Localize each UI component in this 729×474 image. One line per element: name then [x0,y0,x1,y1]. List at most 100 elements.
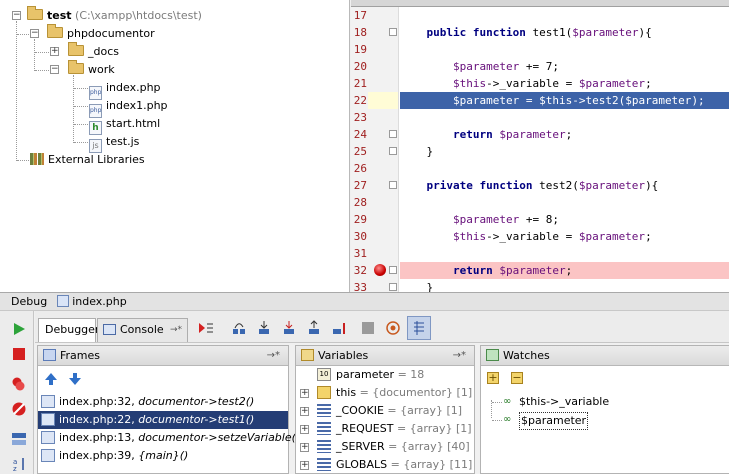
code-line[interactable]: private function test2($parameter){ [400,177,729,194]
code-line[interactable]: } [400,143,729,160]
frame-location: index.php:22, [59,413,135,426]
sort-alphabetically-icon[interactable]: az [11,456,27,472]
line-number: 31 [353,247,367,260]
code-line[interactable]: return $parameter; [400,126,729,143]
view-breakpoints-icon[interactable] [11,376,27,392]
tree-item-docs[interactable]: _docs [68,42,119,61]
frames-title: Frames [60,349,101,362]
code-line[interactable]: $this->_variable = $parameter; [400,228,729,245]
code-line[interactable]: $parameter += 8; [400,211,729,228]
fold-marker-icon[interactable] [389,130,397,138]
code-line[interactable]: $this->_variable = $parameter; [400,75,729,92]
arrow-up-icon[interactable] [44,372,58,386]
mute-breakpoints-icon[interactable] [11,401,27,417]
code-line[interactable]: $parameter += 7; [400,58,729,75]
expand-variable-toggle[interactable]: + [300,389,309,398]
tree-item-index-php[interactable]: php index.php [89,79,161,100]
code-line[interactable] [400,7,729,24]
collapse-root-toggle[interactable]: − [12,11,21,20]
frame-row[interactable]: index.php:22, documentor->test1() [38,411,288,429]
code-line[interactable]: return $parameter; [400,262,729,279]
variable-text: this = {documentor} [1] [336,384,472,402]
editor-gutter[interactable]: 17 18 19 20 21 22 23 24 25 26 27 28 29 30 31 32 33 [351,7,399,292]
collapse-phpdocumentor-toggle[interactable]: − [30,29,39,38]
tree-root[interactable]: test (C:\xampp\htdocs\test) [27,6,202,25]
tab-debugger[interactable]: Debugger [38,318,100,342]
tree-item-start-html[interactable]: h start.html [89,115,160,135]
line-number: 17 [353,9,367,22]
pin-arrow-icon[interactable]: →* [267,346,280,365]
expand-variable-toggle[interactable]: + [300,461,309,470]
variable-name: this [336,386,357,399]
variable-name: GLOBALS [336,458,388,471]
tab-label: Console [120,323,164,336]
code-editor[interactable]: 17 18 19 20 21 22 23 24 25 26 27 28 29 30 31 32 33 publi… [351,0,729,292]
code-line[interactable] [400,160,729,177]
frame-row[interactable]: index.php:13, documentor->setzeVariable(… [38,429,300,447]
watch-row[interactable]: ∞ $parameter [481,411,729,430]
stop-icon[interactable] [11,346,27,362]
stack-frame-icon [41,449,55,462]
code-line[interactable] [400,41,729,58]
variable-row[interactable]: + _SERVER = {array} [40] [296,438,474,456]
evaluate-expression-icon[interactable] [360,320,376,336]
tab-console[interactable]: Console →* [97,318,188,342]
fold-marker-icon[interactable] [389,266,397,274]
variable-row[interactable]: + GLOBALS = {array} [11] [296,456,474,474]
code-line[interactable] [400,245,729,262]
tree-item-index1-php[interactable]: php index1.php [89,97,168,118]
tree-item-label: index1.php [106,99,168,112]
show-execution-point-icon[interactable] [198,320,214,336]
fold-marker-icon[interactable] [389,28,397,36]
add-watch-icon[interactable]: + [487,372,499,384]
variable-name: _SERVER [336,440,385,453]
show-values-inline-toggle[interactable] [407,316,431,340]
tree-item-phpdocumentor[interactable]: phpdocumentor [47,24,155,43]
line-number: 20 [353,60,367,73]
variable-text: GLOBALS = {array} [11] [336,456,472,474]
step-over-icon[interactable] [231,320,247,336]
watch-at-icon[interactable] [385,320,401,336]
watch-row[interactable]: ∞ $this->_variable [481,393,729,411]
variable-row[interactable]: + this = {documentor} [1] [296,384,474,402]
step-out-icon[interactable] [306,320,322,336]
code-line[interactable] [400,194,729,211]
expand-variable-toggle[interactable]: + [300,425,309,434]
variable-row[interactable]: 10 parameter = 18 [296,366,474,384]
code-line[interactable]: public function test1($parameter){ [400,24,729,41]
variable-name: _REQUEST [336,422,394,435]
debug-title: Debug [11,295,48,308]
pin-arrow-icon[interactable]: →* [453,346,466,365]
frame-row[interactable]: index.php:32, documentor->test2() [38,393,288,411]
code-line[interactable]: $parameter = $this->test2($parameter); [400,92,729,109]
collapse-work-toggle[interactable]: − [50,65,59,74]
code-line[interactable] [400,109,729,126]
fold-marker-icon[interactable] [389,283,397,291]
expand-variable-toggle[interactable]: + [300,443,309,452]
project-path: (C:\xampp\htdocs\test) [75,9,202,22]
frame-row[interactable]: index.php:39, {main}() [38,447,288,465]
fold-marker-icon[interactable] [389,181,397,189]
remove-watch-icon[interactable]: − [511,372,523,384]
variable-text: parameter = 18 [336,366,424,384]
force-step-into-icon[interactable] [281,320,297,336]
variable-row[interactable]: + _COOKIE = {array} [1] [296,402,474,420]
restore-layout-icon[interactable] [11,431,27,447]
tree-item-test-js[interactable]: js test.js [89,133,139,153]
pin-arrow-icon[interactable]: →* [170,319,182,341]
resume-icon[interactable] [11,321,27,337]
run-to-cursor-icon[interactable] [331,320,347,336]
arrow-down-icon[interactable] [68,372,82,386]
folder-icon [47,24,63,38]
tree-item-work[interactable]: work [68,60,115,79]
step-into-icon[interactable] [256,320,272,336]
array-icon [317,422,331,435]
expand-docs-toggle[interactable]: + [50,47,59,56]
tab-label: Debugger [45,323,100,336]
code-line[interactable]: } [400,279,729,292]
expand-variable-toggle[interactable]: + [300,407,309,416]
breakpoint-icon[interactable] [374,264,386,276]
variable-row[interactable]: + _REQUEST = {array} [1] [296,420,474,438]
tree-item-external-libraries[interactable]: External Libraries [30,151,145,169]
fold-marker-icon[interactable] [389,147,397,155]
